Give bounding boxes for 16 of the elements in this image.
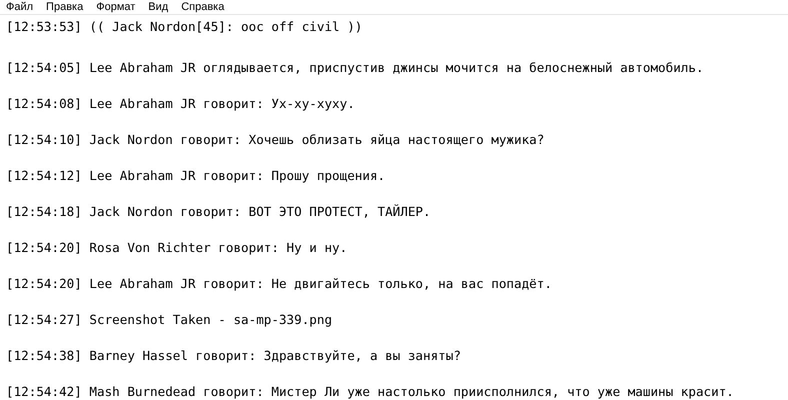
- menu-item[interactable]: Правка: [46, 0, 84, 14]
- menu-item[interactable]: Файл: [6, 0, 34, 14]
- log-line: [12:54:38] Barney Hassel говорит: Здравствуйте, а вы заняты?: [6, 348, 461, 363]
- log-line: [12:54:20] Rosa Von Richter говорит: Ну и ну.: [6, 240, 348, 255]
- menu-item[interactable]: Формат: [96, 0, 136, 14]
- log-line: [12:54:18] Jack Nordon говорит: ВОТ ЭТО ПРОТЕСТ, ТАЙЛЕР.: [6, 204, 431, 219]
- log-line: [12:54:10] Jack Nordon говорит: Хочешь облизать яйца настоящего мужика?: [6, 132, 544, 147]
- log-line: [12:54:08] Lee Abraham JR говорит: Ух-ху-хуху.: [6, 96, 355, 111]
- menu-item[interactable]: Справка: [181, 0, 224, 14]
- log-line: [12:54:05] Lee Abraham JR оглядывается, приспустив джинсы мочится на белоснежный автомобиль.: [6, 60, 704, 75]
- log-line: [12:53:53] (( Jack Nordon[45]: ooc off civil )): [6, 19, 362, 34]
- menu-item[interactable]: Вид: [148, 0, 168, 14]
- log-line: [12:54:20] Lee Abraham JR говорит: Не двигайтесь только, на вас попадёт.: [6, 276, 552, 291]
- log-line: [12:54:42] Mash Burnedead говорит: Мистер Ли уже настолько приисполнился, что уже машины красит.: [6, 384, 734, 399]
- log-line: [12:54:12] Lee Abraham JR говорит: Прошу прощения.: [6, 168, 386, 183]
- log-line: [12:54:27] Screenshot Taken - sa-mp-339.png: [6, 312, 332, 327]
